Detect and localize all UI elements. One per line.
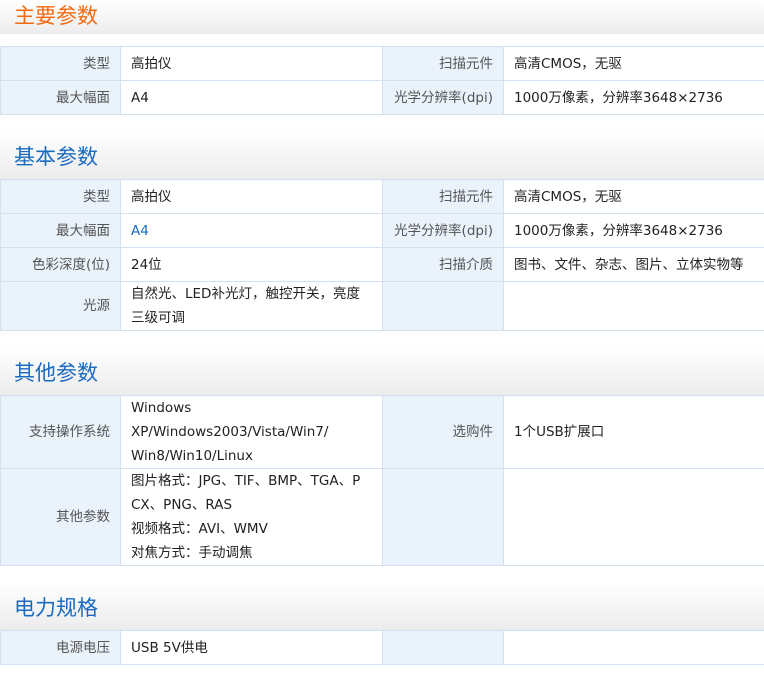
param-value: 高清CMOS，无驱 — [503, 46, 764, 81]
table-row: 类型 高拍仪 扫描元件 高清CMOS，无驱 — [0, 179, 764, 214]
param-value: 高拍仪 — [120, 179, 383, 214]
param-key: 扫描元件 — [382, 179, 504, 214]
section-title-main: 主要参数 — [14, 4, 98, 28]
section-header-basic: 基本参数 — [0, 131, 764, 179]
param-key: 电源电压 — [0, 630, 121, 665]
param-key: 类型 — [0, 46, 121, 81]
param-value — [503, 468, 764, 566]
section-header-power: 电力规格 — [0, 582, 764, 630]
param-value: USB 5V供电 — [120, 630, 383, 665]
param-key: 最大幅面 — [0, 213, 121, 248]
param-key: 光源 — [0, 281, 121, 331]
param-key — [382, 468, 504, 566]
params-table-basic: 类型 高拍仪 扫描元件 高清CMOS，无驱 最大幅面 A4 光学分辨率(dpi)… — [0, 179, 764, 331]
param-value-line: 视频格式：AVI、WMV — [131, 521, 268, 537]
param-value: 1000万像素，分辨率3648×2736 — [503, 80, 764, 115]
param-key: 选购件 — [382, 395, 504, 469]
table-row: 支持操作系统 Windows XP/Windows2003/Vista/Win7… — [0, 395, 764, 469]
table-row: 最大幅面 A4 光学分辨率(dpi) 1000万像素，分辨率3648×2736 — [0, 213, 764, 248]
param-value: 24位 — [120, 247, 383, 282]
table-row: 其他参数 图片格式：JPG、TIF、BMP、TGA、P CX、PNG、RAS 视… — [0, 468, 764, 566]
param-value: 高拍仪 — [120, 46, 383, 81]
param-value: 图书、文件、杂志、图片、立体实物等 — [503, 247, 764, 282]
param-value: A4 — [120, 80, 383, 115]
params-table-other: 支持操作系统 Windows XP/Windows2003/Vista/Win7… — [0, 395, 764, 566]
param-value: 图片格式：JPG、TIF、BMP、TGA、P CX、PNG、RAS 视频格式：A… — [120, 468, 383, 566]
param-key: 类型 — [0, 179, 121, 214]
param-value-line: 三级可调 — [131, 310, 185, 326]
table-row: 电源电压 USB 5V供电 — [0, 630, 764, 665]
table-row: 类型 高拍仪 扫描元件 高清CMOS，无驱 — [0, 46, 764, 81]
param-value-line: CX、PNG、RAS — [131, 497, 233, 513]
param-value-line: 自然光、LED补光灯，触控开关，亮度 — [131, 286, 360, 302]
param-key: 支持操作系统 — [0, 395, 121, 469]
params-table-main: 类型 高拍仪 扫描元件 高清CMOS，无驱 最大幅面 A4 光学分辨率(dpi)… — [0, 46, 764, 115]
param-value: 1个USB扩展口 — [503, 395, 764, 469]
param-value-link[interactable]: A4 — [120, 213, 383, 248]
param-key: 扫描元件 — [382, 46, 504, 81]
section-header-main: 主要参数 — [0, 0, 764, 34]
param-key: 光学分辨率(dpi) — [382, 213, 504, 248]
params-table-power: 电源电压 USB 5V供电 — [0, 630, 764, 665]
param-key — [382, 281, 504, 331]
section-title-basic: 基本参数 — [14, 145, 98, 169]
param-value-line: Win8/Win10/Linux — [131, 448, 253, 464]
param-key: 其他参数 — [0, 468, 121, 566]
param-key — [382, 630, 504, 665]
param-key: 最大幅面 — [0, 80, 121, 115]
param-value-line: 对焦方式：手动调焦 — [131, 545, 253, 561]
section-title-other: 其他参数 — [14, 361, 98, 385]
param-value: 高清CMOS，无驱 — [503, 179, 764, 214]
section-title-power: 电力规格 — [14, 596, 98, 620]
param-value: 1000万像素，分辨率3648×2736 — [503, 213, 764, 248]
table-row: 色彩深度(位) 24位 扫描介质 图书、文件、杂志、图片、立体实物等 — [0, 247, 764, 282]
table-row: 光源 自然光、LED补光灯，触控开关，亮度 三级可调 — [0, 281, 764, 331]
param-value-line: Windows XP/Windows2003/Vista/Win7/ — [131, 400, 329, 440]
table-row: 最大幅面 A4 光学分辨率(dpi) 1000万像素，分辨率3648×2736 — [0, 80, 764, 115]
param-key: 扫描介质 — [382, 247, 504, 282]
param-value — [503, 281, 764, 331]
param-value-line: 图片格式：JPG、TIF、BMP、TGA、P — [131, 473, 361, 489]
param-value: Windows XP/Windows2003/Vista/Win7/ Win8/… — [120, 395, 383, 469]
param-value: 自然光、LED补光灯，触控开关，亮度 三级可调 — [120, 281, 383, 331]
param-value — [503, 630, 764, 665]
section-header-other: 其他参数 — [0, 347, 764, 395]
param-key: 光学分辨率(dpi) — [382, 80, 504, 115]
param-key: 色彩深度(位) — [0, 247, 121, 282]
